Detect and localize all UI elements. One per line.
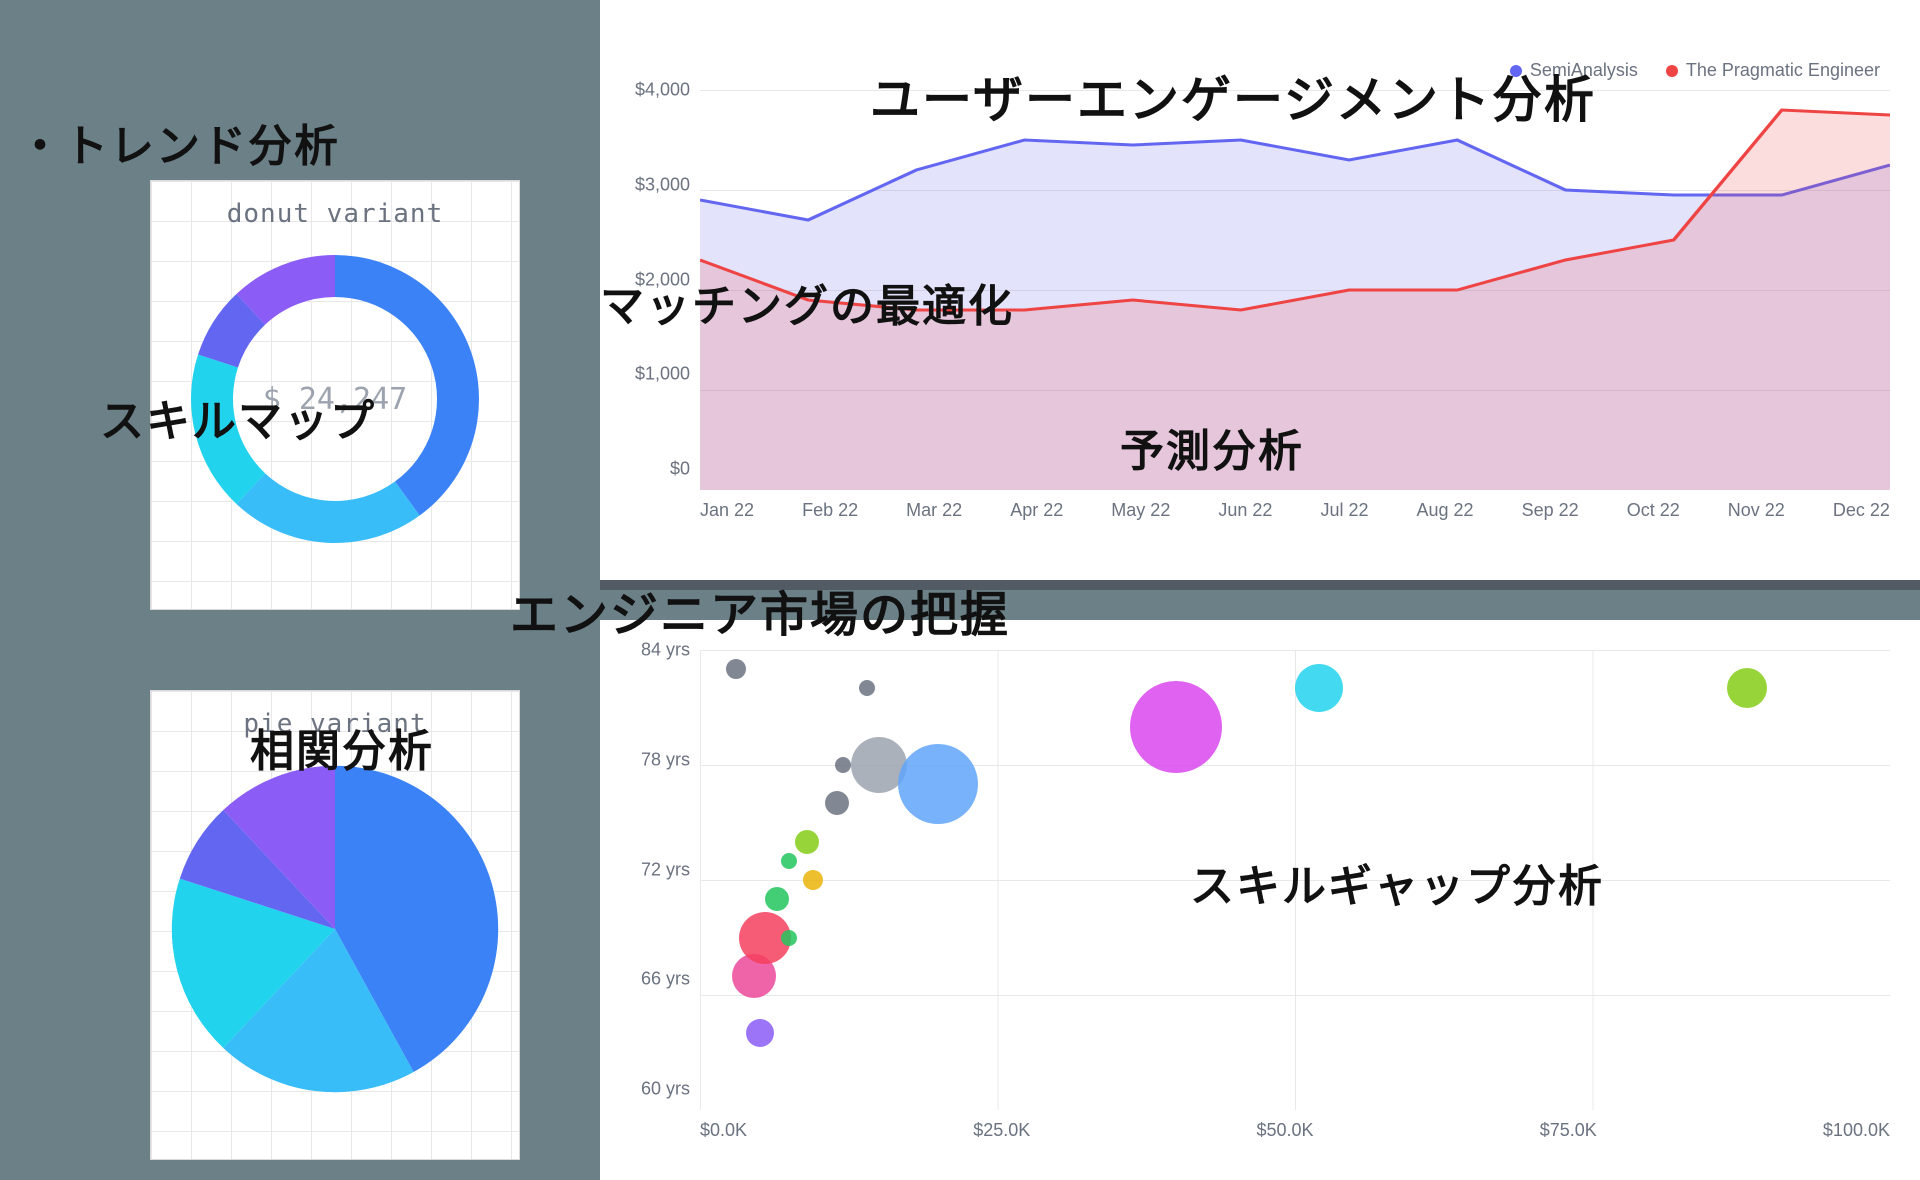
bubble-point (835, 757, 851, 773)
annotation-skill-map: スキルマップ (100, 385, 376, 449)
bubble-point (898, 744, 978, 824)
bubble-point (803, 870, 823, 890)
bubble-point (1295, 664, 1343, 712)
bubble-point (859, 680, 875, 696)
annotation-gap: スキルギャップ分析 (1190, 850, 1604, 914)
bubble-point (1130, 681, 1222, 773)
annotation-correlation: 相関分析 (250, 715, 434, 779)
bubble-point (781, 930, 797, 946)
bubble-point (726, 659, 746, 679)
annotation-engagement: ユーザーエンゲージメント分析 (870, 60, 1596, 132)
annotation-market: エンジニア市場の把握 (510, 575, 1010, 645)
legend-dot-icon (1666, 65, 1678, 77)
annotation-matching: マッチングの最適化 (600, 270, 1014, 334)
bubble-point (781, 853, 797, 869)
bubble-point (746, 1019, 774, 1047)
legend-label: The Pragmatic Engineer (1686, 60, 1880, 81)
bubble-point (1727, 668, 1767, 708)
area-x-axis: Jan 22Feb 22Mar 22Apr 22May 22Jun 22Jul … (700, 500, 1890, 530)
bubble-x-axis: $0.0K$25.0K$50.0K$75.0K$100.0K (700, 1120, 1890, 1150)
bubble-y-axis: 84 yrs78 yrs72 yrs66 yrs60 yrs (610, 650, 690, 1110)
bubble-point (795, 830, 819, 854)
annotation-trend: ・トレンド分析 (18, 110, 340, 174)
bubble-point (765, 887, 789, 911)
legend-item-pragmatic: The Pragmatic Engineer (1666, 60, 1880, 81)
donut-chart-title: donut variant (151, 181, 519, 229)
bubble-point (825, 791, 849, 815)
pie-chart (165, 759, 505, 1099)
annotation-forecast: 予測分析 (1120, 415, 1304, 479)
